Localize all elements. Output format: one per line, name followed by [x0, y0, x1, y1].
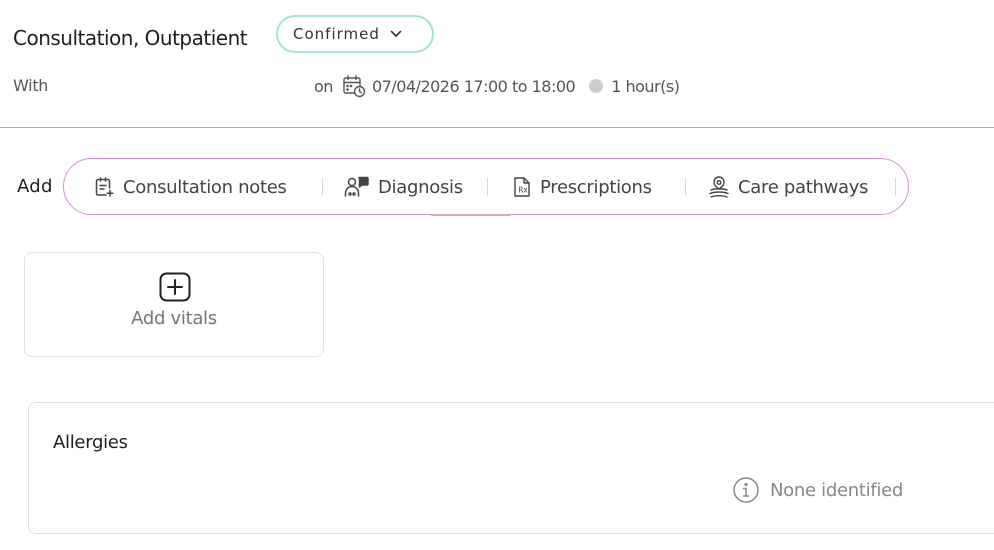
appointment-title: Consultation, Outpatient: [13, 26, 248, 50]
with-label: With: [13, 76, 49, 95]
allergies-status-label: None identified: [770, 479, 903, 501]
toolbar-separator: [685, 178, 686, 196]
care-pathway-icon: [708, 175, 730, 199]
duration-dot: [589, 79, 604, 93]
consultation-notes-label: Consultation notes: [123, 176, 287, 198]
add-prescriptions-button[interactable]: Rx Prescriptions: [512, 174, 652, 200]
info-icon: [732, 476, 760, 504]
toolbar-separator: [487, 178, 488, 196]
care-pathways-label: Care pathways: [738, 176, 869, 198]
on-label: on: [314, 76, 333, 96]
doctor-patient-icon: [344, 176, 370, 198]
add-care-pathways-button[interactable]: Care pathways: [708, 174, 869, 200]
svg-text:Rx: Rx: [518, 186, 528, 195]
status-label: Confirmed: [293, 25, 380, 43]
add-vitals-card[interactable]: Add vitals: [24, 252, 324, 357]
prescriptions-label: Prescriptions: [540, 176, 652, 198]
note-add-icon: [93, 176, 115, 198]
add-diagnosis-button[interactable]: Diagnosis: [344, 174, 463, 200]
status-dropdown[interactable]: Confirmed: [276, 15, 434, 53]
calendar-clock-icon: [342, 74, 366, 98]
appointment-datetime: 07/04/2026 17:00 to 18:00: [371, 76, 576, 96]
toolbar-separator: [895, 178, 896, 196]
add-vitals-label: Add vitals: [131, 308, 217, 329]
allergies-card: Allergies None identified: [28, 402, 994, 534]
prescription-icon: Rx: [512, 176, 532, 198]
add-label: Add: [17, 176, 53, 197]
diagnosis-label: Diagnosis: [378, 176, 463, 198]
allergies-title: Allergies: [53, 432, 128, 453]
appointment-page: Consultation, Outpatient Confirmed With …: [0, 0, 994, 550]
add-consultation-notes-button[interactable]: Consultation notes: [93, 174, 287, 200]
appointment-duration: 1 hour(s): [611, 76, 680, 96]
toolbar-separator: [322, 178, 323, 196]
chevron-down-icon: [390, 30, 402, 38]
active-indicator: [431, 214, 511, 216]
section-divider: [0, 127, 994, 128]
plus-box-icon: [159, 272, 191, 302]
allergies-status: None identified: [732, 476, 903, 504]
add-toolbar: Consultation notes Diagnosis Rx Prescrip…: [63, 158, 909, 216]
appointment-schedule: on 07/04/2026 17:00 to 18:00 1 hour(s): [314, 74, 680, 98]
